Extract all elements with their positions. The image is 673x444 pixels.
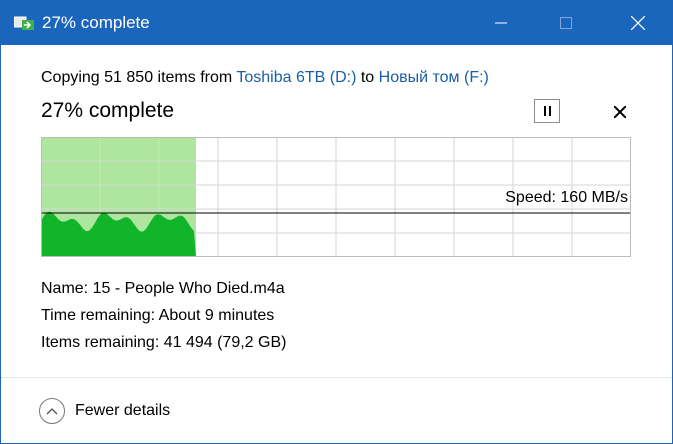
minimize-button[interactable] [478,1,524,45]
cancel-copy-button[interactable] [609,101,631,123]
maximize-icon [560,17,572,29]
copy-dialog: 27% complete Copying 51 850 items from T… [0,0,673,444]
fewer-details-button[interactable]: Fewer details [39,396,170,426]
footer-divider [1,377,672,378]
maximize-button[interactable] [543,1,589,45]
destination-link[interactable]: Новый том (F:) [379,69,489,86]
close-icon [631,16,645,30]
copy-prefix: Copying 51 850 items from [41,69,233,86]
copy-summary: Copying 51 850 items from Toshiba 6TB (D… [41,68,489,88]
items-remaining-value: 41 494 (79,2 GB) [163,334,287,351]
window-title: 27% complete [42,13,150,32]
close-icon [614,106,626,118]
pause-button[interactable] [534,99,560,123]
minimize-icon [495,22,507,24]
pause-icon-bar-left [543,106,546,116]
time-remaining-label: Time remaining: [41,307,156,324]
pause-icon-bar-right [548,106,551,116]
chevron-up-icon [46,408,58,415]
title-bar[interactable]: 27% complete [1,1,672,45]
speed-label: Speed: 160 MB/s [505,189,628,206]
chevron-up-circle [39,398,65,424]
copy-window-icon [14,16,34,30]
detail-items-row: Items remaining: 41 494 (79,2 GB) [41,333,286,353]
detail-time-row: Time remaining: About 9 minutes [41,306,274,326]
name-label: Name: [41,280,89,297]
detail-name-row: Name: 15 - People Who Died.m4a [41,279,285,299]
copy-to-word: to [360,69,375,86]
progress-percent-label: 27% complete [41,99,175,122]
fewer-details-label: Fewer details [75,402,171,419]
source-link[interactable]: Toshiba 6TB (D:) [236,69,356,86]
name-value: 15 - People Who Died.m4a [92,280,285,297]
time-remaining-value: About 9 minutes [158,307,275,324]
close-button[interactable] [615,1,661,45]
items-remaining-label: Items remaining: [41,334,160,351]
